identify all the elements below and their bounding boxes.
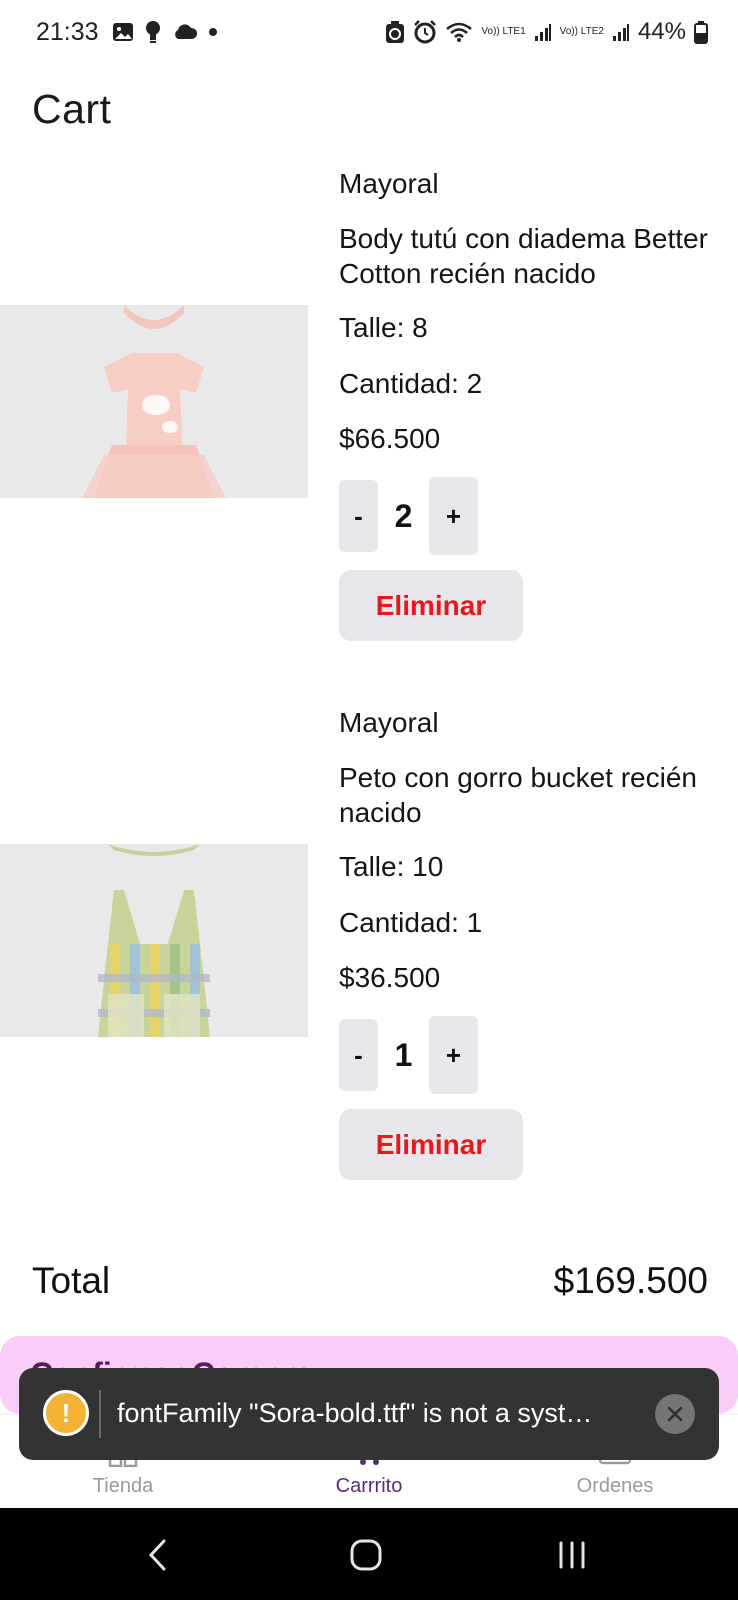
nav-label: Tienda [92,1475,154,1497]
item-price: $36.500 [339,962,441,993]
toast-notification: ! fontFamily "Sora-bold.ttf" is not a sy… [19,1368,719,1460]
network-label-2: Vo)) LTE2 [559,26,604,37]
wifi-icon [445,21,473,43]
signal-icon [612,22,630,42]
cloud-icon [172,23,198,41]
toast-message: fontFamily "Sora-bold.ttf" is not a syst… [117,1398,593,1428]
item-size: Talle: 8 [339,312,428,343]
delete-button[interactable]: Eliminar [339,1109,523,1180]
page-title: Cart [32,86,112,132]
item-quantity: Cantidad: 1 [339,907,483,938]
decrease-button[interactable]: - [339,1019,378,1091]
cart-item: Mayoral Body tutú con diadema Better Cot… [0,160,738,641]
item-size: Talle: 10 [339,851,444,882]
quantity-value: 2 [394,497,413,534]
delete-button[interactable]: Eliminar [339,570,523,641]
close-icon[interactable] [655,1394,695,1434]
image-icon [112,21,134,43]
product-image[interactable] [0,305,308,498]
recycle-icon [385,20,405,44]
decrease-button[interactable]: - [339,480,378,552]
status-time: 21:33 [36,18,99,46]
battery-icon [694,20,708,44]
recents-icon[interactable] [542,1528,602,1582]
status-bar: 21:33 Vo)) LTE1 Vo)) LTE2 44% [0,0,738,70]
signal-icon [534,22,552,42]
total-value: $169.500 [553,1260,708,1301]
item-info: Mayoral Body tutú con diadema Better Cot… [339,160,738,641]
product-image[interactable] [0,844,308,1037]
item-info: Mayoral Peto con gorro bucket recién nac… [339,699,738,1180]
increase-button[interactable]: + [429,477,478,555]
item-name: Peto con gorro bucket recién nacido [339,762,697,828]
alarm-icon [413,20,437,44]
nav-label: Ordenes [576,1475,654,1497]
increase-button[interactable]: + [429,1016,478,1094]
network-label-1: Vo)) LTE1 [481,26,526,37]
back-icon[interactable] [128,1528,188,1582]
item-name: Body tutú con diadema Better Cotton reci… [339,223,708,289]
item-quantity: Cantidad: 2 [339,368,483,399]
lightbulb-icon [144,20,162,44]
total-label: Total [32,1260,111,1301]
dot-icon [208,27,218,37]
battery-percent: 44% [637,18,686,45]
system-nav-bar [0,1508,738,1600]
status-right: Vo)) LTE1 Vo)) LTE2 44% [385,18,708,46]
toast-divider [99,1390,101,1438]
cart-item: Mayoral Peto con gorro bucket recién nac… [0,699,738,1180]
quantity-stepper: - 2 + [339,477,478,555]
status-left-icons [112,20,218,44]
item-price: $66.500 [339,423,441,454]
item-brand: Mayoral [339,707,439,738]
quantity-stepper: - 1 + [339,1016,478,1094]
item-brand: Mayoral [339,168,439,199]
quantity-value: 1 [394,1036,413,1073]
nav-label: Carrrito [335,1475,403,1497]
home-icon[interactable] [336,1528,396,1582]
warning-icon: ! [43,1390,89,1436]
